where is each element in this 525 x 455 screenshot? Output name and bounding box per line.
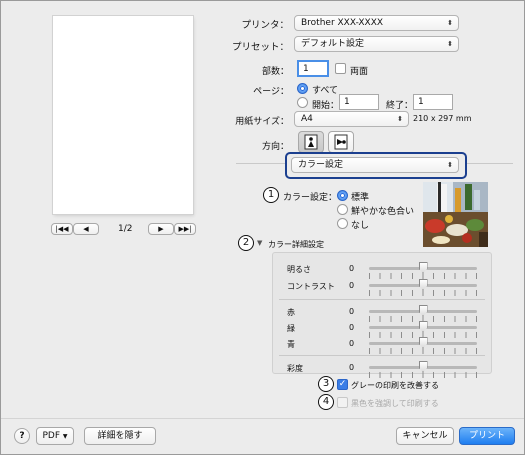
advanced-color-label: カラー詳細設定: [268, 240, 324, 249]
gray-improve-label: グレーの印刷を改善する: [351, 381, 439, 390]
color-option-standard-label: 標準: [351, 193, 370, 203]
slider-label: 彩度: [287, 364, 303, 373]
preset-value: デフォルト設定: [301, 39, 365, 49]
slider-value: 0: [349, 264, 355, 273]
print-button[interactable]: プリント: [459, 427, 515, 445]
slider-value: 0: [349, 363, 355, 372]
slider-ticks: [369, 290, 477, 296]
landscape-person-icon: [334, 134, 348, 150]
footer-divider: [1, 418, 524, 419]
pages-to-input[interactable]: 1: [413, 94, 453, 110]
callout-3: 3: [318, 376, 334, 392]
color-option-vivid-radio[interactable]: [337, 204, 348, 215]
pdf-label: PDF: [42, 431, 61, 441]
preset-select[interactable]: デフォルト設定 ⬍: [294, 36, 459, 52]
gray-improve-checkbox[interactable]: ✓: [337, 379, 348, 390]
duplex-label: 両面: [350, 67, 369, 77]
pages-all-radio[interactable]: [297, 83, 308, 94]
color-option-vivid-label: 鮮やかな色合い: [351, 207, 415, 217]
copies-input[interactable]: 1: [297, 60, 329, 77]
orientation-label: 方向：: [261, 142, 289, 152]
slider-value: 0: [349, 323, 355, 332]
slider-label: コントラスト: [287, 282, 335, 291]
callout-4: 4: [318, 394, 334, 410]
orientation-landscape-button[interactable]: [328, 131, 354, 153]
chevron-updown-icon: ⬍: [447, 161, 453, 169]
pages-range-radio[interactable]: [297, 97, 308, 108]
duplex-checkbox[interactable]: [335, 63, 346, 74]
pages-label: ページ：: [253, 87, 289, 97]
callout-1: 1: [263, 187, 279, 203]
help-button[interactable]: ?: [14, 428, 30, 444]
slider-value: 0: [349, 307, 355, 316]
black-enhance-label: 黒色を強調して印刷する: [351, 399, 439, 408]
cancel-button[interactable]: キャンセル: [396, 427, 454, 445]
slider-ticks: [369, 372, 477, 378]
page-indicator: 1/2: [118, 224, 133, 234]
section-menu-value: カラー設定: [298, 160, 344, 170]
chevron-updown-icon: ⬍: [447, 19, 453, 27]
portrait-person-icon: [304, 134, 318, 150]
page-preview: [53, 16, 193, 214]
pages-from-label: 開始：: [312, 101, 340, 111]
slider-label: 赤: [287, 308, 295, 317]
pdf-menu-button[interactable]: PDF ▼: [36, 427, 74, 445]
color-preview-image: [423, 182, 488, 247]
section-menu-select[interactable]: カラー設定 ⬍: [291, 157, 459, 173]
chevron-updown-icon: ⬍: [447, 40, 453, 48]
slider-label: 明るさ: [287, 265, 311, 274]
paper-size-label: 用紙サイズ：: [235, 117, 289, 127]
printer-select[interactable]: Brother XXX-XXXX ⬍: [294, 15, 459, 31]
slider-divider: [279, 299, 485, 300]
color-option-none-label: なし: [351, 221, 370, 231]
pages-from-input[interactable]: 1: [339, 94, 379, 110]
chevron-down-icon: ▼: [62, 433, 68, 440]
print-dialog: |◀◀ ◀ 1/2 ▶ ▶▶| プリンタ： Brother XXX-XXXX ⬍…: [0, 0, 525, 455]
prev-page-button[interactable]: ◀: [73, 223, 99, 235]
paper-size-select[interactable]: A4 ⬍: [294, 111, 409, 127]
color-option-none-radio[interactable]: [337, 218, 348, 229]
last-page-button[interactable]: ▶▶|: [174, 223, 196, 235]
slider-label: 緑: [287, 324, 295, 333]
pages-all-label: すべて: [312, 86, 339, 96]
slider-ticks: [369, 348, 477, 354]
paper-size-value: A4: [301, 114, 313, 124]
orientation-portrait-button[interactable]: [298, 131, 324, 153]
printer-value: Brother XXX-XXXX: [301, 18, 384, 28]
paper-size-dims: 210 x 297 mm: [413, 114, 472, 123]
black-enhance-checkbox[interactable]: [337, 397, 348, 408]
slider-ticks: [369, 273, 477, 279]
first-page-button[interactable]: |◀◀: [51, 223, 73, 235]
disclosure-triangle-icon[interactable]: ▼: [257, 239, 262, 247]
preset-label: プリセット：: [231, 42, 289, 53]
slider-label: 青: [287, 340, 295, 349]
printer-label: プリンタ：: [241, 20, 289, 31]
slider-value: 0: [349, 281, 355, 290]
slider-value: 0: [349, 339, 355, 348]
chevron-updown-icon: ⬍: [397, 115, 403, 123]
next-page-button[interactable]: ▶: [148, 223, 174, 235]
copies-label: 部数：: [261, 67, 289, 77]
color-setting-label: カラー設定：: [283, 193, 338, 203]
hide-details-button[interactable]: 詳細を隠す: [84, 427, 156, 445]
callout-2: 2: [238, 235, 254, 251]
color-option-standard-radio[interactable]: [337, 190, 348, 201]
slider-divider: [279, 355, 485, 356]
pages-to-label: 終了：: [386, 101, 414, 111]
